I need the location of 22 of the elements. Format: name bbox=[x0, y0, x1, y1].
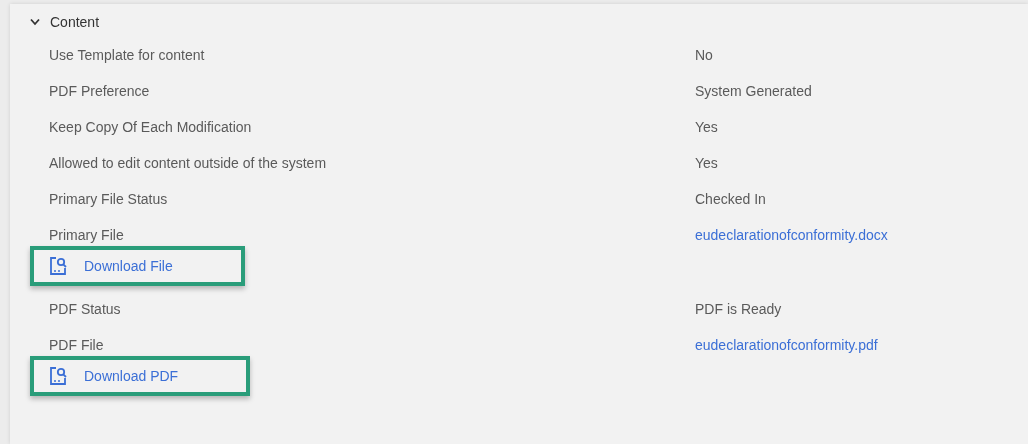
field-label: PDF Preference bbox=[49, 82, 150, 100]
field-label: PDF Status bbox=[49, 300, 121, 318]
field-value: Yes bbox=[695, 118, 718, 136]
field-value: No bbox=[695, 46, 713, 64]
file-preview-icon bbox=[48, 366, 68, 386]
download-link[interactable]: Download File bbox=[30, 246, 245, 286]
download-link[interactable]: Download PDF bbox=[30, 356, 251, 396]
field-label: Primary File Status bbox=[49, 190, 168, 208]
chevron-icon[interactable] bbox=[30, 18, 40, 26]
file-link[interactable]: eudeclarationofconformity.docx bbox=[695, 226, 888, 244]
field-label: Use Template for content bbox=[49, 46, 205, 64]
section-title: Content bbox=[50, 14, 100, 30]
file-preview-icon bbox=[48, 256, 68, 276]
field-label: PDF File bbox=[49, 336, 104, 354]
field-value: System Generated bbox=[695, 82, 812, 100]
field-value: Checked In bbox=[695, 190, 766, 208]
field-value: PDF is Ready bbox=[695, 300, 782, 318]
file-link[interactable]: eudeclarationofconformity.pdf bbox=[695, 336, 878, 354]
field-value: Yes bbox=[695, 154, 718, 172]
field-label: Keep Copy Of Each Modification bbox=[49, 118, 252, 136]
field-label: Primary File bbox=[49, 226, 124, 244]
field-label: Allowed to edit content outside of the system bbox=[49, 154, 327, 172]
